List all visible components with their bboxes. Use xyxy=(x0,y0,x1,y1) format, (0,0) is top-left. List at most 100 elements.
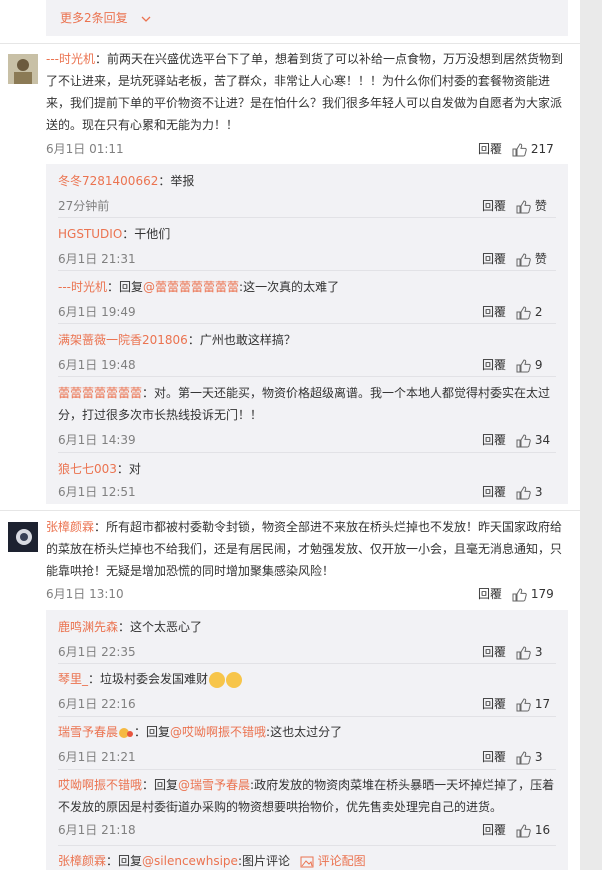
reply-time: 6月1日 19:49 xyxy=(58,305,136,319)
divider xyxy=(0,43,580,44)
reply-button[interactable]: 回覆 xyxy=(482,302,506,322)
like-button[interactable]: 179 xyxy=(512,584,568,604)
comment-text: 张樟颜霖：所有超市都被村委勒令封锁，物资全部进不来放在桥头烂掉也不发放！昨天国家… xyxy=(46,516,568,582)
reply-user[interactable]: 满架蔷薇一院香201806 xyxy=(58,333,188,347)
reply-button[interactable]: 回覆 xyxy=(482,430,506,450)
divider xyxy=(58,270,556,271)
like-count: 17 xyxy=(534,697,551,711)
like-count: 34 xyxy=(534,433,551,447)
more-replies-link[interactable]: 更多2条回复 xyxy=(46,0,568,36)
like-button[interactable]: 16 xyxy=(516,820,556,840)
reply-user[interactable]: 蕾蕾蕾蕾蕾蕾蕾 xyxy=(58,386,142,400)
reply-text: ：干他们 xyxy=(122,227,171,241)
mention-link[interactable]: @瑞雪予春晨 xyxy=(178,778,250,792)
reply-button[interactable]: 回覆 xyxy=(478,139,502,159)
reply-text: ：举报 xyxy=(158,174,195,188)
reply-item: 满架蔷薇一院香201806：广州也敢这样搞？ 6月1日 19:48 回覆 9 xyxy=(58,329,556,372)
reply-button[interactable]: 回覆 xyxy=(482,747,506,767)
like-button[interactable]: 3 xyxy=(516,642,556,662)
like-button[interactable]: 赞 xyxy=(516,196,556,216)
thumbs-up-icon xyxy=(516,433,531,447)
thumbs-up-icon xyxy=(516,358,531,372)
like-count: 3 xyxy=(534,750,543,764)
reply-time: 27分钟前 xyxy=(58,199,110,213)
like-button[interactable]: 17 xyxy=(516,694,556,714)
mention-link[interactable]: @蕾蕾蕾蕾蕾蕾蕾 xyxy=(143,280,239,294)
reply-user[interactable]: HGSTUDIO xyxy=(58,227,122,241)
mention-link[interactable]: @哎呦啊振不错哦 xyxy=(170,725,266,739)
reply-item: 冬冬7281400662：举报 27分钟前 回覆 赞 xyxy=(58,170,556,213)
comment-content: ：所有超市都被村委勒令封锁，物资全部进不来放在桥头烂掉也不发放！昨天国家政府给的… xyxy=(46,520,563,578)
reply-user[interactable]: 张樟颜霖 xyxy=(58,854,106,868)
reply-prefix: ：回复 xyxy=(107,280,144,294)
reply-user[interactable]: 狼七七003 xyxy=(58,462,117,476)
reply-user[interactable]: 瑞雪予春晨 xyxy=(58,725,118,739)
image-comment-label: 评论配图 xyxy=(317,854,366,868)
like-count: 217 xyxy=(530,142,554,156)
reply-time: 6月1日 22:35 xyxy=(58,645,136,659)
divider xyxy=(58,845,556,846)
thumbs-up-icon xyxy=(516,697,531,711)
comment-meta: 6月1日 01:11 回覆 217 xyxy=(46,139,568,159)
like-count: 2 xyxy=(534,305,543,319)
divider xyxy=(58,663,556,664)
divider xyxy=(58,376,556,377)
comment-text: ---时光机：前两天在兴盛优选平台下了单，想着到货了可以补给一点食物，万万没想到… xyxy=(46,48,568,136)
reply-time: 6月1日 21:21 xyxy=(58,750,136,764)
like-count: 3 xyxy=(534,485,543,499)
more-replies-label: 更多2条回复 xyxy=(60,11,128,25)
comment-user[interactable]: 张樟颜霖 xyxy=(46,520,94,534)
like-button[interactable]: 2 xyxy=(516,302,556,322)
thumbs-up-icon xyxy=(516,645,531,659)
comment-time: 6月1日 01:11 xyxy=(46,142,124,156)
like-count: 16 xyxy=(534,823,551,837)
reply-text: ：广州也敢这样搞？ xyxy=(187,333,296,347)
like-button[interactable]: 3 xyxy=(516,747,556,767)
reply-user[interactable]: 琴里_ xyxy=(58,672,88,686)
like-button[interactable]: 217 xyxy=(512,139,568,159)
reply-user[interactable]: ---时光机 xyxy=(58,280,107,294)
reply-button[interactable]: 回覆 xyxy=(482,249,506,269)
reply-button[interactable]: 回覆 xyxy=(482,642,506,662)
reply-item: 哎呦啊振不错哦：回复@瑞雪予春晨:政府发放的物资肉菜堆在桥头暴晒一天坏掉烂掉了，… xyxy=(58,774,556,837)
reply-button[interactable]: 回覆 xyxy=(482,196,506,216)
image-icon xyxy=(300,856,314,867)
reply-list: 鹿鸣渊先森：这个太恶心了 6月1日 22:35 回覆 3 琴里_：垃圾村委会发国… xyxy=(46,610,568,870)
reply-button[interactable]: 回覆 xyxy=(482,355,506,375)
avatar[interactable] xyxy=(8,522,38,552)
reply-user[interactable]: 鹿鸣渊先森 xyxy=(58,620,118,634)
reply-button[interactable]: 回覆 xyxy=(482,820,506,840)
reply-button[interactable]: 回覆 xyxy=(478,584,502,604)
reply-button[interactable]: 回覆 xyxy=(482,694,506,714)
reply-time: 6月1日 19:48 xyxy=(58,358,136,372)
reply-prefix: ：回复 xyxy=(134,725,171,739)
divider xyxy=(58,323,556,324)
reply-item: ---时光机：回复@蕾蕾蕾蕾蕾蕾蕾:这一次真的太难了 6月1日 19:49 回覆… xyxy=(58,276,556,319)
thumbs-up-icon xyxy=(516,199,531,213)
like-button[interactable]: 34 xyxy=(516,430,556,450)
comment-user[interactable]: ---时光机 xyxy=(46,52,95,66)
comment-panel: 更多2条回复 ---时光机：前两天在兴盛优选平台下了单，想着到货了可以补给一点食… xyxy=(0,0,580,870)
like-button[interactable]: 9 xyxy=(516,355,556,375)
thumbs-up-icon xyxy=(516,485,531,499)
like-button[interactable]: 3 xyxy=(516,482,556,502)
divider xyxy=(58,716,556,717)
chevron-down-icon xyxy=(142,16,151,22)
thumbs-up-icon xyxy=(512,142,527,156)
thumbs-up-icon xyxy=(516,750,531,764)
avatar[interactable] xyxy=(8,54,38,84)
reply-user[interactable]: 冬冬7281400662 xyxy=(58,174,158,188)
like-count: 赞 xyxy=(534,252,547,266)
like-button[interactable]: 赞 xyxy=(516,249,556,269)
laughing-tears-emoji-icon xyxy=(226,671,243,688)
comment-time: 6月1日 13:10 xyxy=(46,587,124,601)
reply-item: HGSTUDIO：干他们 6月1日 21:31 回覆 赞 xyxy=(58,223,556,266)
comment-content: ：前两天在兴盛优选平台下了单，想着到货了可以补给一点食物，万万没想到居然货物到了… xyxy=(46,52,564,132)
reply-text: ：这个太恶心了 xyxy=(118,620,203,634)
mention-link[interactable]: @silencewhsipe xyxy=(142,854,238,868)
image-comment-link[interactable]: 评论配图 xyxy=(300,854,366,868)
reply-item: 琴里_：垃圾村委会发国难财 6月1日 22:16 回覆 17 xyxy=(58,668,556,711)
reply-button[interactable]: 回覆 xyxy=(482,482,506,502)
reply-user[interactable]: 哎呦啊振不错哦 xyxy=(58,778,142,792)
divider xyxy=(58,769,556,770)
